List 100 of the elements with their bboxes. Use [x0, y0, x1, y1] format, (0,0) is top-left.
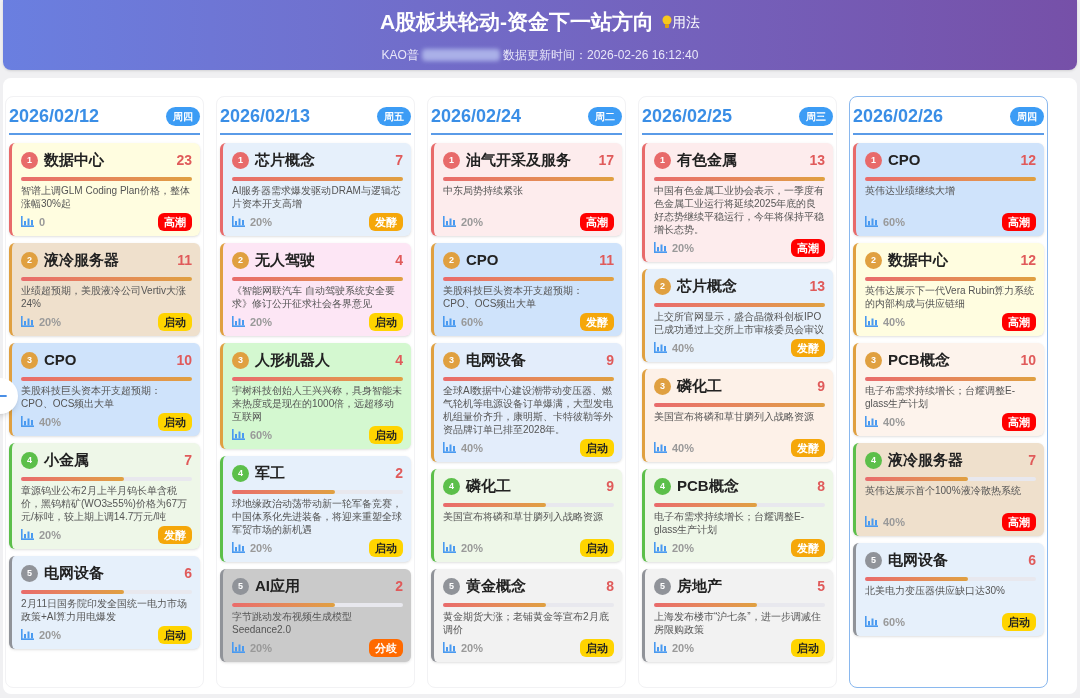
sector-name: 磷化工: [466, 476, 511, 496]
stock-count: 5: [817, 576, 825, 596]
stage-tag: 高潮: [158, 212, 192, 231]
percent-value: 20%: [672, 640, 695, 656]
bar-chart-icon: [443, 316, 456, 328]
percent-value: 60%: [250, 427, 273, 443]
column-date: 2026/02/26: [853, 105, 944, 128]
sector-news: 字节跳动发布视频生成模型Seedance2.0: [232, 609, 353, 636]
rank-badge: 5: [443, 577, 460, 595]
stage-tag: 高潮: [1002, 312, 1036, 331]
stock-count: 8: [606, 576, 614, 596]
percent-value: 20%: [39, 527, 62, 543]
stock-count: 4: [395, 250, 403, 270]
stage-tag: 启动: [580, 638, 614, 657]
stage-tag: 启动: [369, 312, 403, 331]
weekday-badge: 周四: [1010, 107, 1044, 126]
rank-badge: 3: [232, 351, 249, 369]
bar-chart-icon: [654, 642, 667, 654]
rank-badge: 4: [654, 477, 671, 495]
percent-value: 40%: [461, 440, 484, 456]
sector-name: 无人驾驶: [255, 250, 315, 270]
sector-name: 数据中心: [888, 250, 948, 270]
sector-news: 章源钨业公布2月上半月钨长单含税价，黑钨精矿(WO3≥55%)价格为67万元/标吨，较上期上调14.7万元/吨: [21, 483, 189, 523]
percent-value: 40%: [883, 414, 906, 430]
sector-news: 美国宣布将磷和草甘膦列入战略资源: [654, 409, 815, 424]
stock-count: 23: [176, 150, 192, 170]
rank-badge: 2: [21, 251, 38, 269]
sector-name: 黄金概念: [466, 576, 526, 596]
stock-count: 11: [599, 250, 614, 270]
rank-badge: 1: [21, 151, 38, 169]
sector-news: 美股科技巨头资本开支超预期：CPO、OCS频出大单: [21, 383, 162, 410]
percent-value: 40%: [883, 314, 906, 330]
rank-badge: 1: [865, 151, 882, 169]
rank-badge: 4: [865, 451, 882, 469]
sector-name: 电网设备: [44, 563, 104, 583]
stock-count: 7: [184, 450, 192, 470]
stock-count: 11: [177, 250, 192, 270]
stock-count: 7: [395, 150, 403, 170]
stock-count: 6: [1028, 550, 1036, 570]
percent-value: 60%: [883, 614, 906, 630]
percent-value: 20%: [250, 214, 273, 230]
bar-chart-icon: [21, 216, 34, 228]
column-date: 2026/02/25: [642, 105, 733, 128]
sector-news: 英伟达展示下一代Vera Rubin算力系统的内部构成与供应链细: [865, 283, 1036, 310]
percent-value: 40%: [672, 340, 695, 356]
weekday-badge: 周四: [166, 107, 200, 126]
bar-chart-icon: [865, 416, 878, 428]
sector-news: 电子布需求持续增长；台耀调整E-glass生产计划: [865, 383, 1016, 410]
stock-count: 10: [176, 350, 192, 370]
stock-count: 6: [184, 563, 192, 583]
rank-badge: 3: [865, 351, 882, 369]
percent-value: 20%: [461, 540, 484, 556]
percent-value: 40%: [672, 440, 695, 456]
stage-tag: 高潮: [580, 212, 614, 231]
stock-count: 9: [606, 350, 614, 370]
stage-tag: 发酵: [791, 338, 825, 357]
stage-tag: 发酵: [791, 538, 825, 557]
percent-value: 20%: [461, 214, 484, 230]
bar-chart-icon: [232, 542, 245, 554]
lightbulb-icon: [662, 15, 673, 29]
bar-chart-icon: [21, 529, 34, 541]
bar-chart-icon: [21, 316, 34, 328]
sector-name: 电网设备: [888, 550, 948, 570]
rank-badge: 1: [232, 151, 249, 169]
percent-value: 20%: [250, 314, 273, 330]
sector-news: 上海发布楼市“沪七条”，进一步调减住房限购政策: [654, 609, 822, 636]
sector-name: PCB概念: [888, 350, 950, 370]
sector-news: 电子布需求持续增长；台耀调整E-glass生产计划: [654, 509, 805, 536]
stock-count: 4: [395, 350, 403, 370]
stage-tag: 启动: [1002, 612, 1036, 631]
stock-count: 9: [817, 376, 825, 396]
sector-name: CPO: [466, 250, 499, 270]
bar-chart-icon: [865, 616, 878, 628]
sector-news: 上交所官网显示，盛合晶微科创板IPO已成功通过上交所上市审核委员会审议: [654, 309, 825, 336]
stage-tag: 启动: [580, 438, 614, 457]
stage-tag: 启动: [158, 625, 192, 644]
bar-chart-icon: [232, 642, 245, 654]
sector-name: 小金属: [44, 450, 89, 470]
stock-count: 9: [606, 476, 614, 496]
sector-news: 智谱上调GLM Coding Plan价格，整体涨幅30%起: [21, 183, 191, 210]
rank-badge: 5: [232, 577, 249, 595]
sector-name: 芯片概念: [255, 150, 315, 170]
sector-name: 军工: [255, 463, 285, 483]
update-time: 数据更新时间：2026-02-26 16:12:40: [502, 46, 699, 64]
stock-count: 13: [809, 150, 825, 170]
weekday-badge: 周五: [377, 107, 411, 126]
stock-count: 8: [817, 476, 825, 496]
sector-news: 美国宣布将磷和草甘膦列入战略资源: [443, 509, 604, 524]
sector-name: 磷化工: [677, 376, 722, 396]
stage-tag: 高潮: [791, 238, 825, 257]
percent-value: 60%: [461, 314, 484, 330]
help-link[interactable]: 用法: [662, 11, 701, 33]
stock-count: 12: [1020, 250, 1036, 270]
stock-count: 12: [1020, 150, 1036, 170]
sector-news: 中国有色金属工业协会表示，一季度有色金属工业运行将延续2025年底的良好态势继续平稳运行，今年将保持平稳增长态势。: [654, 183, 825, 236]
stock-count: 13: [809, 276, 825, 296]
bar-chart-icon: [443, 442, 456, 454]
rank-badge: 3: [443, 351, 460, 369]
sector-news: 英伟达展示首个100%液冷散热系统: [865, 483, 1022, 498]
bar-chart-icon: [443, 642, 456, 654]
